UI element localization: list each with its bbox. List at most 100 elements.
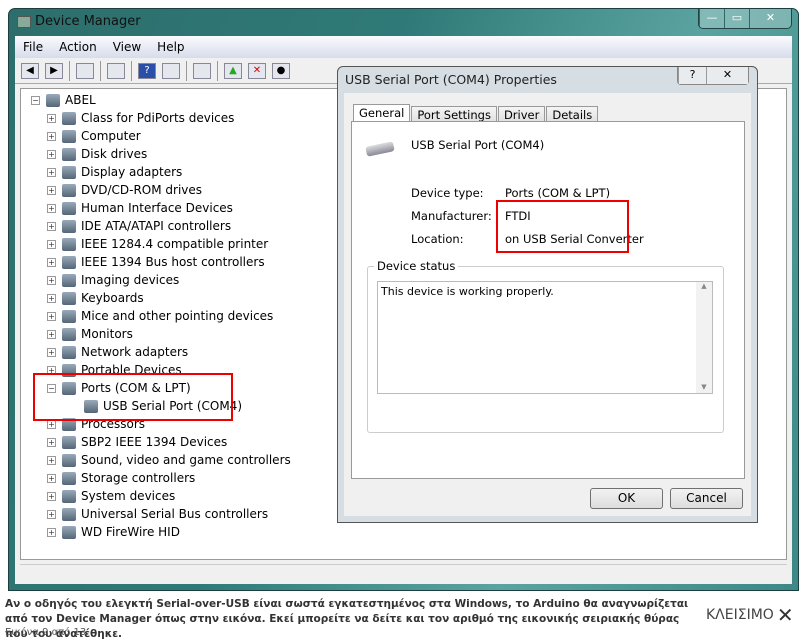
tree-item-label: Human Interface Devices — [81, 201, 233, 215]
menu-help[interactable]: Help — [157, 40, 184, 54]
tree-item-label: Display adapters — [81, 165, 183, 179]
tree-item[interactable]: + Class for PdiPorts devices — [47, 109, 234, 127]
menu-view[interactable]: View — [113, 40, 141, 54]
tree-item-label: SBP2 IEEE 1394 Devices — [81, 435, 228, 449]
tree-item[interactable]: + Computer — [47, 127, 141, 145]
expand-icon[interactable]: + — [47, 509, 56, 519]
expand-icon[interactable]: + — [47, 293, 56, 303]
back-icon[interactable]: ◀ — [21, 62, 39, 79]
ok-button[interactable]: OK — [590, 488, 663, 509]
tree-item[interactable]: + Monitors — [47, 325, 133, 343]
cancel-button[interactable]: Cancel — [670, 488, 743, 509]
help-button[interactable]: ? — [678, 67, 706, 84]
forward-icon[interactable]: ▶ — [45, 62, 63, 79]
tree-item-label: Disk drives — [81, 147, 148, 161]
tree-item[interactable]: + IEEE 1394 Bus host controllers — [47, 253, 265, 271]
help-icon[interactable]: ? — [138, 62, 156, 79]
tree-item[interactable]: + IDE ATA/ATAPI controllers — [47, 217, 231, 235]
tree-item-label: DVD/CD-ROM drives — [81, 183, 203, 197]
action-pane-icon[interactable] — [162, 62, 180, 79]
tree-item[interactable]: + Human Interface Devices — [47, 199, 233, 217]
expand-icon[interactable]: + — [47, 167, 56, 177]
expand-icon[interactable]: + — [47, 527, 56, 537]
expand-icon[interactable]: + — [47, 257, 56, 267]
expand-icon[interactable]: + — [47, 491, 56, 501]
tree-item-label: WD FireWire HID — [81, 525, 180, 539]
tree-item[interactable]: − ABEL — [31, 91, 96, 109]
expand-icon[interactable]: + — [47, 149, 56, 159]
expand-icon[interactable]: + — [47, 131, 56, 141]
expand-icon[interactable]: + — [47, 203, 56, 213]
tree-item[interactable]: + Imaging devices — [47, 271, 179, 289]
disable-icon[interactable]: ● — [272, 62, 290, 79]
expand-icon[interactable]: + — [47, 221, 56, 231]
properties-icon[interactable] — [107, 62, 125, 79]
device-status-label: Device status — [374, 259, 459, 273]
device-category-icon — [62, 309, 76, 323]
device-manager-icon — [17, 16, 31, 28]
highlight-box-manufacturer — [496, 200, 629, 253]
expand-icon[interactable]: + — [47, 239, 56, 249]
window-title: Device Manager — [35, 14, 141, 29]
caption-text: Αν ο οδηγός του ελεγκτή Serial-over-USB … — [5, 598, 689, 640]
device-category-icon — [62, 111, 76, 125]
status-text: This device is working properly. — [381, 285, 554, 298]
expand-icon[interactable]: + — [47, 275, 56, 285]
tree-item[interactable]: + Storage controllers — [47, 469, 195, 487]
image-counter: Εικόνα 9 από 13 — [5, 627, 87, 638]
tree-item[interactable]: + Network adapters — [47, 343, 188, 361]
expand-icon[interactable]: + — [47, 113, 56, 123]
expand-icon[interactable]: + — [47, 473, 56, 483]
expand-icon[interactable]: + — [47, 437, 56, 447]
expand-icon[interactable]: + — [47, 455, 56, 465]
update-driver-icon[interactable]: ▲ — [224, 62, 242, 79]
tree-item[interactable]: + SBP2 IEEE 1394 Devices — [47, 433, 227, 451]
device-category-icon — [62, 165, 76, 179]
device-name: USB Serial Port (COM4) — [411, 138, 545, 152]
tree-item[interactable]: + Disk drives — [47, 145, 147, 163]
properties-dialog: USB Serial Port (COM4) Properties ? ✕ Ge… — [337, 66, 758, 523]
collapse-icon[interactable]: − — [31, 95, 40, 105]
tree-item-label: Storage controllers — [81, 471, 196, 485]
tree-item[interactable]: + Sound, video and game controllers — [47, 451, 291, 469]
tree-item-label: IEEE 1284.4 compatible printer — [81, 237, 269, 251]
expand-icon[interactable]: + — [47, 329, 56, 339]
device-category-icon — [62, 183, 76, 197]
device-type-value: Ports (COM & LPT) — [505, 186, 611, 200]
tree-item[interactable]: + Universal Serial Bus controllers — [47, 505, 268, 523]
device-category-icon — [62, 219, 76, 233]
show-hide-icon[interactable] — [76, 62, 94, 79]
minimize-button[interactable]: — — [699, 9, 724, 28]
device-category-icon — [62, 525, 76, 539]
expand-icon[interactable]: + — [47, 185, 56, 195]
tree-item[interactable]: + System devices — [47, 487, 175, 505]
device-category-icon — [62, 147, 76, 161]
tree-item-label: Monitors — [81, 327, 133, 341]
close-button[interactable]: ✕ — [749, 9, 791, 28]
tree-item[interactable]: + Mice and other pointing devices — [47, 307, 273, 325]
tree-item[interactable]: + IEEE 1284.4 compatible printer — [47, 235, 268, 253]
menu-file[interactable]: File — [23, 40, 43, 54]
expand-icon[interactable]: + — [47, 347, 56, 357]
expand-icon[interactable]: + — [47, 311, 56, 321]
tree-item[interactable]: + DVD/CD-ROM drives — [47, 181, 202, 199]
device-type-label: Device type: — [411, 186, 484, 200]
device-status-text[interactable]: This device is working properly. ▲ ▼ — [377, 281, 713, 394]
tree-item[interactable]: + WD FireWire HID — [47, 523, 180, 541]
menu-action[interactable]: Action — [59, 40, 97, 54]
status-scrollbar[interactable]: ▲ ▼ — [696, 282, 712, 393]
close-x-icon: ✕ — [776, 603, 794, 627]
tree-item-label: Imaging devices — [81, 273, 180, 287]
tree-item[interactable]: + Display adapters — [47, 163, 182, 181]
dialog-close-button[interactable]: ✕ — [706, 67, 748, 84]
device-category-icon — [62, 489, 76, 503]
uninstall-icon[interactable]: ✕ — [248, 62, 266, 79]
tree-item-label: Computer — [81, 129, 141, 143]
maximize-button[interactable]: ▭ — [724, 9, 749, 28]
close-label: ΚΛΕΙΣΙΜΟ — [706, 607, 774, 623]
device-category-icon — [62, 255, 76, 269]
tree-item[interactable]: + Keyboards — [47, 289, 144, 307]
close-lightbox-button[interactable]: ΚΛΕΙΣΙΜΟ ✕ — [706, 603, 794, 627]
tree-item-label: IDE ATA/ATAPI controllers — [81, 219, 232, 233]
scan-icon[interactable] — [193, 62, 211, 79]
